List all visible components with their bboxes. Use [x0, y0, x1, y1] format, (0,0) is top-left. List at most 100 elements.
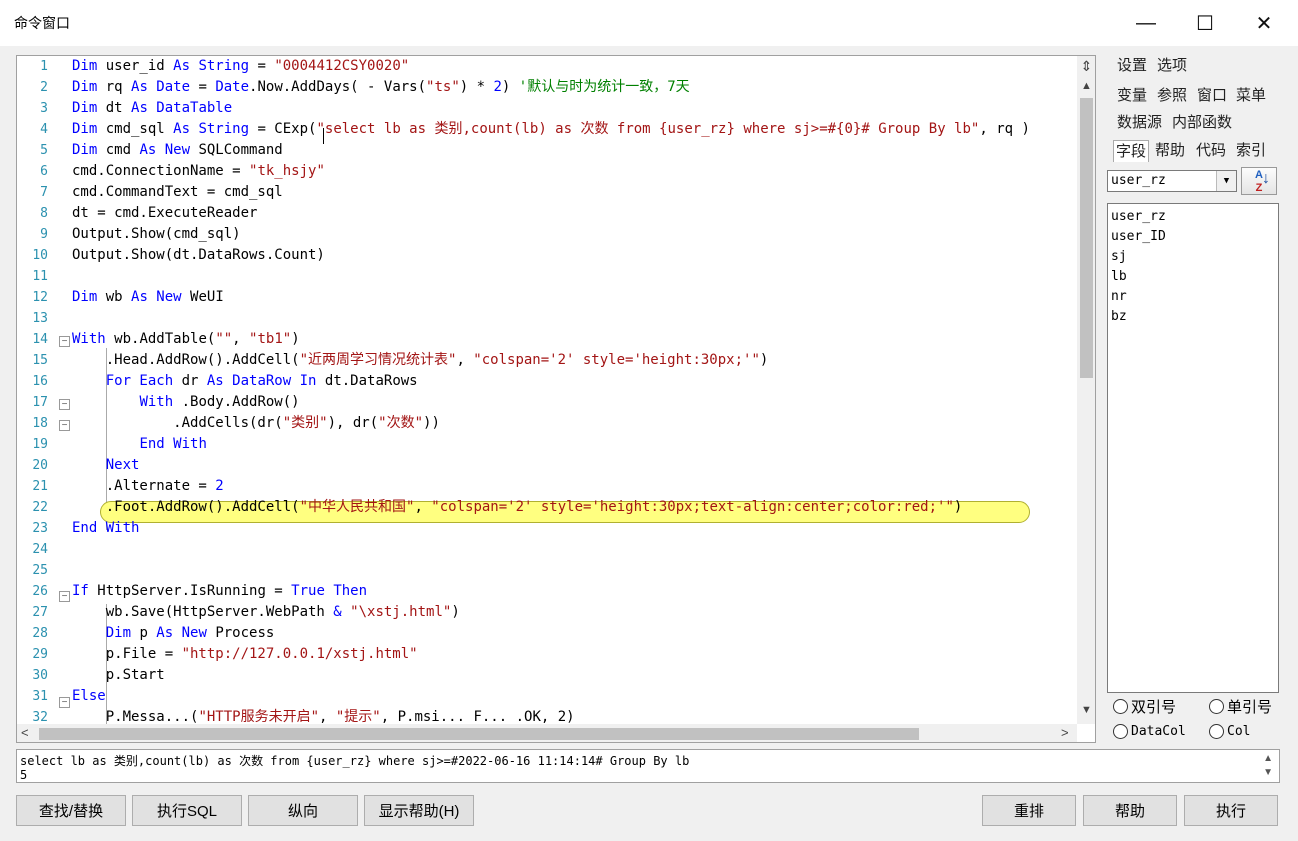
menu-reference[interactable]: 参照	[1155, 85, 1189, 107]
code-line[interactable]: Else	[72, 686, 106, 707]
scroll-left-icon[interactable]: <	[21, 725, 29, 740]
tab-code[interactable]: 代码	[1194, 140, 1228, 162]
fold-toggle[interactable]: −	[59, 399, 70, 410]
code-line[interactable]: Dim user_id As String = "0004412CSY0020"	[72, 56, 409, 77]
code-line[interactable]: .Foot.AddRow().AddCell("中华人民共和国", "colsp…	[72, 497, 963, 518]
menu-options[interactable]: 选项	[1155, 55, 1189, 77]
field-item[interactable]: bz	[1111, 307, 1127, 327]
rearrange-button[interactable]: 重排	[982, 795, 1076, 826]
code-line[interactable]: Dim rq As Date = Date.Now.AddDays( - Var…	[72, 77, 690, 98]
code-line[interactable]: .AddCells(dr("类别"), dr("次数"))	[72, 413, 440, 434]
field-item[interactable]: user_rz	[1111, 207, 1166, 227]
radio-double-quote[interactable]: 双引号	[1113, 696, 1176, 717]
menu-settings[interactable]: 设置	[1115, 55, 1149, 77]
code-token: =	[257, 58, 275, 74]
vertical-scrollbar[interactable]: ⇕ ▲ ▼	[1077, 56, 1095, 724]
code-token: As Date	[131, 79, 199, 95]
code-token: If	[72, 583, 98, 599]
scroll-right-icon[interactable]: >	[1061, 725, 1069, 740]
code-line[interactable]: P.Messa...("HTTP服务未开启", "提示", P.msi... F…	[72, 707, 575, 724]
radio-single-quote[interactable]: 单引号	[1209, 696, 1272, 717]
vertical-button[interactable]: 纵向	[248, 795, 358, 826]
table-select[interactable]: user_rz ▼	[1107, 170, 1237, 192]
menu-datasource[interactable]: 数据源	[1115, 112, 1164, 134]
code-token: , P.msi... F... .OK, 2)	[380, 709, 575, 724]
help-button[interactable]: 帮助	[1083, 795, 1177, 826]
minimize-button[interactable]: —	[1117, 0, 1175, 46]
line-number: 11	[32, 269, 48, 284]
menu-variables[interactable]: 变量	[1115, 85, 1149, 107]
code-token: Dim	[72, 121, 106, 137]
code-line[interactable]: Dim wb As New WeUI	[72, 287, 224, 308]
code-line[interactable]: Dim p As New Process	[72, 623, 275, 644]
code-line[interactable]: Output.Show(cmd_sql)	[72, 224, 241, 245]
code-line[interactable]: Dim cmd As New SQLCommand	[72, 140, 283, 161]
code-token: )	[953, 499, 963, 515]
code-line[interactable]: End With	[72, 518, 139, 539]
tab-index[interactable]: 索引	[1234, 140, 1268, 162]
code-line[interactable]: .Head.AddRow().AddCell("近两周学习情况统计表", "co…	[72, 350, 769, 371]
close-button[interactable]: ✕	[1235, 0, 1293, 46]
scroll-down-icon[interactable]: ▼	[1079, 704, 1094, 720]
field-list[interactable]: user_rz user_ID sj lb nr bz	[1107, 203, 1279, 693]
menu-menu[interactable]: 菜单	[1234, 85, 1268, 107]
code-line[interactable]: dt = cmd.ExecuteReader	[72, 203, 257, 224]
code-token: Output.Show(cmd_sql)	[72, 226, 241, 242]
menu-window[interactable]: 窗口	[1195, 85, 1229, 107]
fold-toggle[interactable]: −	[59, 336, 70, 347]
code-line[interactable]: If HttpServer.IsRunning = True Then	[72, 581, 367, 602]
code-line[interactable]: .Alternate = 2	[72, 476, 224, 497]
code-line[interactable]: p.File = "http://127.0.0.1/xstj.html"	[72, 644, 418, 665]
field-item[interactable]: sj	[1111, 247, 1127, 267]
fold-toggle[interactable]: −	[59, 697, 70, 708]
code-text-area[interactable]: Dim user_id As String = "0004412CSY0020"…	[72, 56, 1077, 724]
code-token: user_id	[105, 58, 174, 74]
tab-fields[interactable]: 字段	[1113, 140, 1150, 162]
code-token: As String	[173, 121, 258, 137]
show-help-button[interactable]: 显示帮助(H)	[364, 795, 474, 826]
split-icon[interactable]: ⇕	[1079, 58, 1094, 76]
code-token: )	[451, 604, 460, 620]
code-token: "近两周学习情况统计表"	[299, 352, 457, 368]
scroll-down-icon[interactable]: ▼	[1263, 767, 1273, 778]
scroll-up-icon[interactable]: ▲	[1079, 80, 1094, 96]
code-token: Else	[72, 688, 106, 704]
scroll-up-icon[interactable]: ▲	[1263, 753, 1273, 764]
code-token: WeUI	[190, 289, 224, 305]
code-line[interactable]: Dim dt As DataTable	[72, 98, 232, 119]
code-line[interactable]: Output.Show(dt.DataRows.Count)	[72, 245, 325, 266]
minimize-icon: —	[1136, 11, 1156, 34]
maximize-button[interactable]: ☐	[1176, 0, 1234, 46]
code-line[interactable]: With wb.AddTable("", "tb1")	[72, 329, 300, 350]
exec-sql-button[interactable]: 执行SQL	[132, 795, 242, 826]
output-panel[interactable]: select lb as 类别,count(lb) as 次数 from {us…	[16, 749, 1280, 783]
field-item[interactable]: nr	[1111, 287, 1127, 307]
menu-internal-functions[interactable]: 内部函数	[1170, 112, 1234, 134]
code-line[interactable]: wb.Save(HttpServer.WebPath & "\xstj.html…	[72, 602, 460, 623]
horizontal-scroll-thumb[interactable]	[39, 728, 919, 740]
vertical-scroll-thumb[interactable]	[1080, 98, 1093, 378]
code-line[interactable]: End With	[72, 434, 206, 455]
code-editor[interactable]: 1 2 3 4 5 6 7 8 9 10 11 12 13 14 15 16 17 18 19 20 21 22 23 24 2…	[16, 55, 1096, 743]
code-line[interactable]: cmd.ConnectionName = "tk_hsjy"	[72, 161, 325, 182]
horizontal-scrollbar[interactable]: < >	[17, 724, 1077, 742]
code-line[interactable]: For Each dr As DataRow In dt.DataRows	[72, 371, 418, 392]
find-replace-button[interactable]: 查找/替换	[16, 795, 126, 826]
code-line[interactable]: Next	[72, 455, 140, 476]
execute-button[interactable]: 执行	[1184, 795, 1278, 826]
fold-toggle[interactable]: −	[59, 591, 70, 602]
code-line[interactable]: Dim cmd_sql As String = CExp("select lb …	[72, 119, 1030, 140]
field-item[interactable]: lb	[1111, 267, 1127, 287]
fold-toggle[interactable]: −	[59, 420, 70, 431]
tab-help[interactable]: 帮助	[1153, 140, 1187, 162]
code-line[interactable]: With .Body.AddRow()	[72, 392, 299, 413]
radio-col[interactable]: Col	[1209, 724, 1250, 739]
code-line[interactable]: p.Start	[72, 665, 165, 686]
radio-datacol[interactable]: DataCol	[1113, 724, 1186, 739]
chevron-down-icon[interactable]: ▼	[1216, 171, 1236, 191]
field-item[interactable]: user_ID	[1111, 227, 1166, 247]
sort-button[interactable]: A Z ↓	[1241, 167, 1277, 195]
line-number: 5	[40, 143, 48, 158]
code-token: As New	[156, 625, 216, 641]
code-line[interactable]: cmd.CommandText = cmd_sql	[72, 182, 283, 203]
